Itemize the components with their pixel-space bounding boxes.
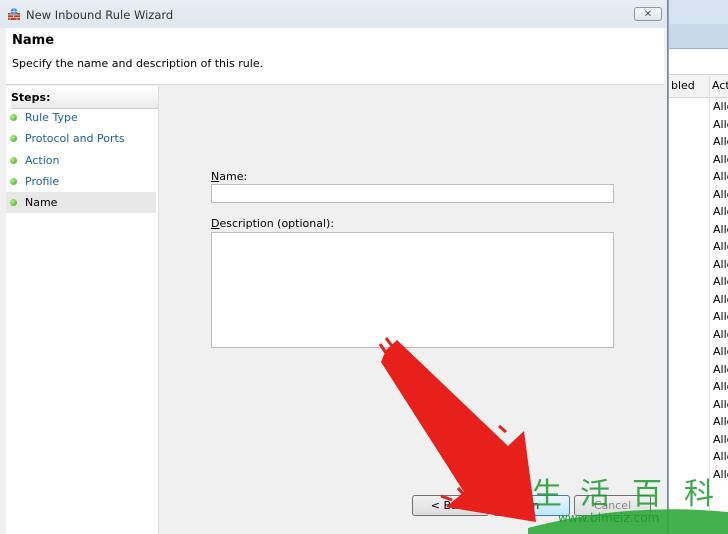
svg-text:生: 生 [532,477,562,512]
red-arrow-annotation [378,337,536,522]
watermark-logo: 生 活 百 科 www.bimeiz.com [528,477,728,534]
svg-text:科: 科 [684,477,714,512]
svg-text:百: 百 [632,477,662,512]
svg-text:www.bimeiz.com: www.bimeiz.com [558,511,659,525]
svg-text:活: 活 [580,477,610,512]
